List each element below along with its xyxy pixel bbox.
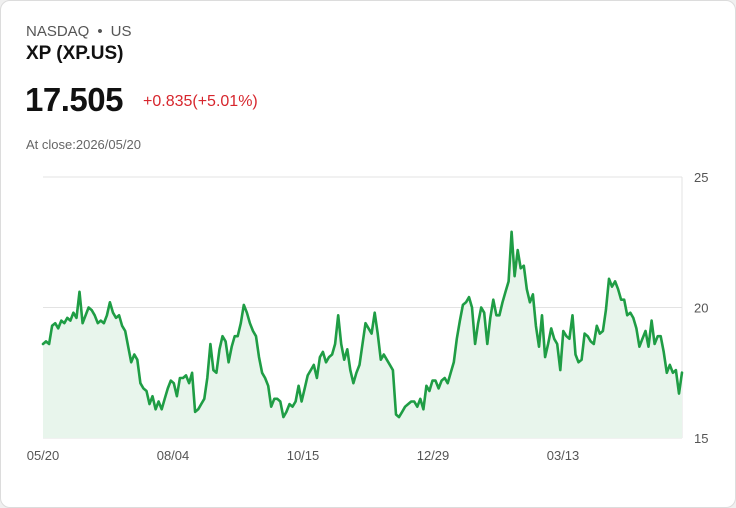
y-tick-label: 20: [694, 301, 708, 316]
country-label: US: [110, 23, 132, 40]
x-tick-label: 10/15: [287, 448, 320, 463]
price-chart[interactable]: 25 20 15 05/20 08/04 10/15 12/29 03/13: [0, 160, 736, 480]
close-date: At close:2026/05/20: [26, 137, 141, 152]
separator-dot: •: [97, 23, 103, 40]
x-tick-label: 08/04: [157, 448, 190, 463]
x-tick-label: 12/29: [417, 448, 450, 463]
x-tick-label: 03/13: [547, 448, 580, 463]
current-price: 17.505: [25, 81, 123, 118]
y-axis: 25 20 15: [694, 170, 708, 446]
y-tick-label: 25: [694, 170, 708, 185]
x-tick-label: 05/20: [27, 448, 60, 463]
x-axis: 05/20 08/04 10/15 12/29 03/13: [27, 448, 580, 463]
y-tick-label: 15: [694, 431, 708, 446]
exchange-row: NASDAQ • US: [26, 23, 131, 40]
stock-title: XP (XP.US): [26, 43, 124, 64]
price-change: +0.835(+5.01%): [143, 93, 258, 110]
exchange-label: NASDAQ: [26, 23, 90, 40]
